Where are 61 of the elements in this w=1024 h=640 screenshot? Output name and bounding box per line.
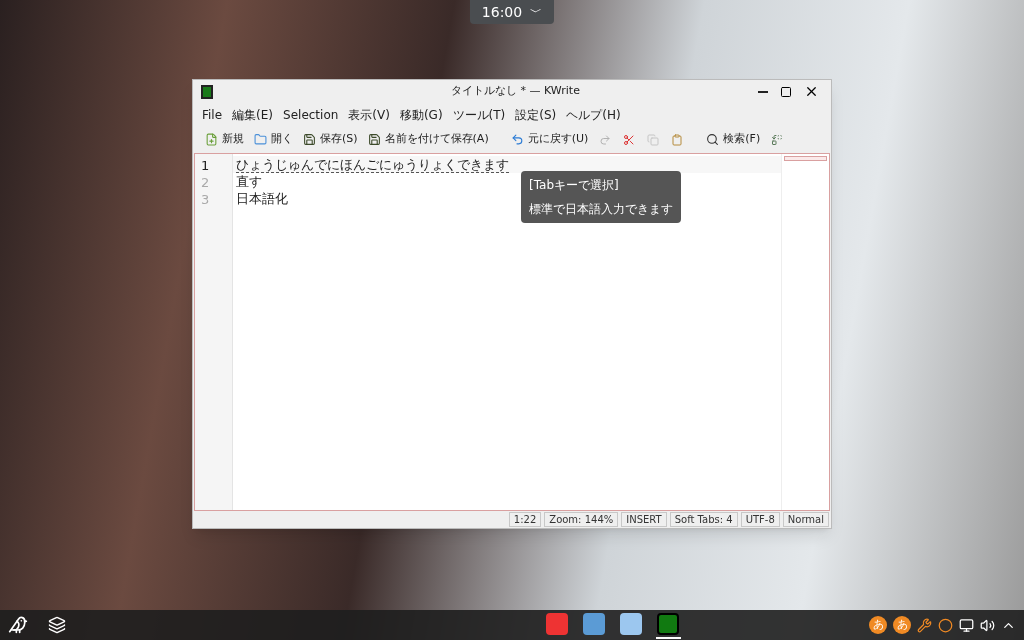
menu-item[interactable]: 移動(G) [394, 105, 448, 124]
line-number: 3 [200, 191, 211, 207]
monitor-icon [959, 617, 974, 633]
code-line: 日本語化 [236, 191, 288, 206]
toolbar-button[interactable]: 保存(S) [299, 128, 362, 151]
wrench-icon [917, 617, 932, 633]
speaker-tray-button[interactable] [980, 617, 995, 633]
line-number: 2 [200, 174, 211, 190]
clipboard-icon [671, 133, 684, 146]
status-field[interactable]: 1:22 [508, 512, 542, 527]
code-line: ひょうじゅんでにほんごにゅうりょくできます [236, 156, 509, 173]
toolbar-button[interactable]: 検索(F) [702, 128, 765, 151]
tooltip-text: 標準で日本語入力できます [529, 201, 673, 218]
folder-icon [254, 133, 267, 146]
search-icon [706, 133, 720, 146]
maximize-icon [780, 85, 792, 98]
code-line: 直す [236, 174, 262, 189]
status-field[interactable]: INSERT [621, 512, 667, 527]
menu-item[interactable]: 設定(S) [510, 105, 562, 124]
tooltip-title: [Tabキーで選択] [529, 177, 620, 194]
save-icon [303, 133, 316, 146]
scissors-icon [623, 133, 636, 146]
taskbar-app[interactable] [655, 611, 681, 639]
menu-item[interactable]: 表示(V) [343, 105, 395, 124]
toolbar-button[interactable]: 新規 [201, 128, 248, 151]
status-field[interactable]: Soft Tabs: 4 [669, 512, 738, 527]
clock-pill[interactable]: 16:00 ﹀ [469, 0, 555, 24]
maximize-button[interactable] [780, 84, 792, 99]
window-title: タイトルなし * — KWrite [450, 83, 581, 100]
toolbar-button[interactable]: 名前を付けて保存(A) [363, 128, 493, 151]
caret-icon: ﹀ [530, 3, 543, 21]
windows-button[interactable] [48, 616, 66, 634]
redo-icon [599, 133, 612, 146]
close-button[interactable] [804, 84, 819, 99]
menu-item[interactable]: ツール(T) [447, 105, 511, 124]
app-icon [201, 84, 213, 99]
circle-icon [938, 617, 953, 633]
minimize-icon [758, 90, 768, 93]
toolbar-button[interactable]: 開く [250, 128, 297, 151]
close-icon [804, 84, 819, 99]
status-field[interactable]: Zoom: 144% [544, 512, 619, 527]
menu-item[interactable]: 編集(E) [227, 105, 279, 124]
menu-item[interactable]: ヘルプ(H) [561, 105, 626, 124]
status-field[interactable]: Normal [782, 512, 829, 527]
copy-icon [647, 133, 660, 146]
wrench-tray-button[interactable] [917, 617, 932, 633]
clock-time: 16:00 [481, 2, 523, 22]
menu-item[interactable]: File [197, 105, 228, 124]
monitor-tray-button[interactable] [959, 617, 974, 633]
status-field[interactable]: UTF-8 [740, 512, 780, 527]
launcher-button[interactable] [8, 615, 28, 635]
save-as-icon [367, 133, 381, 146]
minimap-viewport [784, 156, 827, 161]
toolbar-button[interactable]: 元に戻す(U) [506, 128, 593, 151]
speaker-icon [980, 617, 995, 633]
undo-icon [510, 133, 524, 146]
editor-area[interactable]: 1 2 3 ひょうじゅんでにほんごにゅうりょくできます 直す 日本語化 [Tabキーで選択] 標準で日本語入力できます [194, 153, 830, 511]
menu-item[interactable]: Selection [278, 105, 344, 124]
line-number: 1 [200, 157, 211, 173]
circle-tray-button[interactable] [938, 617, 953, 633]
new-file-icon [205, 133, 218, 146]
